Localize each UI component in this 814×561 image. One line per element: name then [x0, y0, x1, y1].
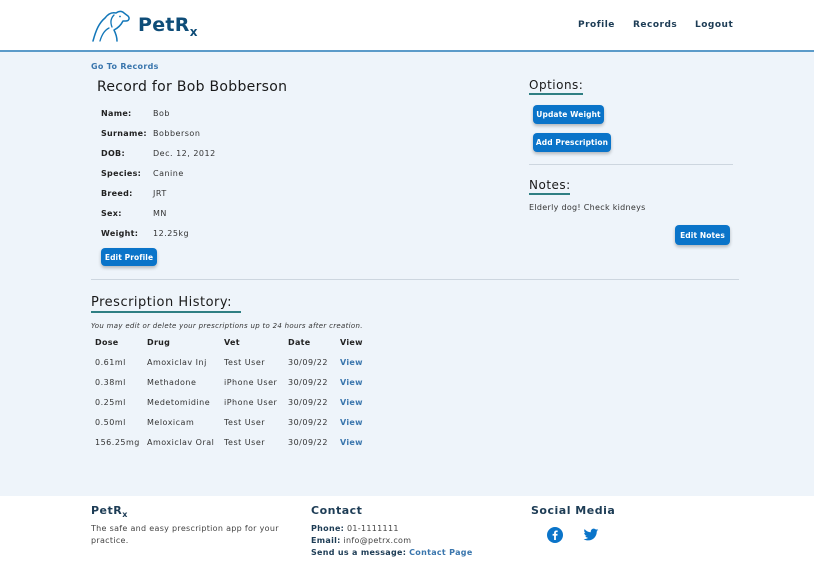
table-cell-drug: Amoxiclav Oral	[147, 438, 215, 447]
notes-heading: Notes:	[529, 178, 571, 192]
nav-profile[interactable]: Profile	[578, 20, 615, 30]
footer-brand: PetRx	[91, 504, 128, 520]
field-label-breed: Breed:	[101, 189, 133, 198]
table-cell-vet: iPhone User	[224, 378, 278, 387]
update-weight-button[interactable]: Update Weight	[533, 105, 604, 124]
site-footer: PetRx The safe and easy prescription app…	[0, 496, 814, 561]
notes-text: Elderly dog! Check kidneys	[529, 203, 646, 212]
contact-info: Phone: 01-1111111 Email: info@petrx.com …	[311, 523, 473, 559]
prescription-history-underline	[91, 311, 241, 313]
table-cell-dose: 0.25ml	[95, 398, 126, 407]
notes-heading-underline	[529, 193, 570, 195]
table-cell-drug: Methadone	[147, 378, 197, 387]
logo-text: PetRx	[138, 13, 198, 39]
facebook-icon[interactable]	[547, 527, 563, 543]
twitter-icon[interactable]	[583, 527, 599, 543]
table-cell-date: 30/09/22	[288, 398, 328, 407]
prescription-history-heading: Prescription History:	[91, 295, 233, 310]
page-title: Record for Bob Bobberson	[97, 79, 288, 95]
column-header-view: View	[340, 338, 363, 347]
field-label-sex: Sex:	[101, 209, 122, 218]
edit-notes-button[interactable]: Edit Notes	[675, 225, 730, 245]
field-value-breed: JRT	[153, 189, 167, 198]
view-prescription-link[interactable]: View	[340, 398, 363, 407]
column-header-date: Date	[288, 338, 311, 347]
field-label-species: Species:	[101, 169, 142, 178]
edit-profile-button[interactable]: Edit Profile	[101, 248, 157, 266]
options-heading: Options:	[529, 78, 584, 92]
field-label-dob: DOB:	[101, 149, 125, 158]
table-cell-date: 30/09/22	[288, 358, 328, 367]
table-cell-date: 30/09/22	[288, 378, 328, 387]
column-header-dose: Dose	[95, 338, 119, 347]
field-value-species: Canine	[153, 169, 184, 178]
field-label-name: Name:	[101, 109, 132, 118]
table-cell-dose: 156.25mg	[95, 438, 140, 447]
table-cell-dose: 0.61ml	[95, 358, 126, 367]
social-media-heading: Social Media	[531, 504, 616, 517]
phone-value: 01-1111111	[347, 524, 399, 533]
nav-logout[interactable]: Logout	[695, 20, 733, 30]
table-cell-drug: Amoxiclav Inj	[147, 358, 207, 367]
field-label-weight: Weight:	[101, 229, 139, 238]
add-prescription-button[interactable]: Add Prescription	[533, 133, 611, 152]
section-divider	[91, 279, 739, 280]
field-value-weight: 12.25kg	[153, 229, 190, 238]
table-cell-vet: Test User	[224, 418, 266, 427]
prescription-edit-note: You may edit or delete your prescription…	[91, 322, 363, 330]
field-label-surname: Surname:	[101, 129, 147, 138]
message-label: Send us a message:	[311, 548, 407, 557]
site-header: PetRx Profile Records Logout	[0, 0, 814, 52]
nav-records[interactable]: Records	[633, 20, 677, 30]
dog-logo-icon	[92, 10, 130, 42]
main-content: Go To Records Record for Bob Bobberson N…	[0, 52, 814, 496]
email-label: Email:	[311, 536, 341, 545]
options-divider	[529, 164, 733, 165]
field-value-sex: MN	[153, 209, 167, 218]
contact-heading: Contact	[311, 504, 363, 517]
table-cell-dose: 0.50ml	[95, 418, 126, 427]
email-value: info@petrx.com	[343, 536, 412, 545]
table-cell-drug: Medetomidine	[147, 398, 211, 407]
field-value-dob: Dec. 12, 2012	[153, 149, 216, 158]
column-header-vet: Vet	[224, 338, 240, 347]
field-value-surname: Bobberson	[153, 129, 201, 138]
column-header-drug: Drug	[147, 338, 171, 347]
table-cell-vet: iPhone User	[224, 398, 278, 407]
contact-page-link[interactable]: Contact Page	[409, 548, 472, 557]
footer-tagline: The safe and easy prescription app for y…	[91, 524, 279, 545]
table-cell-drug: Meloxicam	[147, 418, 195, 427]
view-prescription-link[interactable]: View	[340, 358, 363, 367]
logo[interactable]: PetRx	[90, 8, 198, 44]
table-cell-date: 30/09/22	[288, 418, 328, 427]
phone-label: Phone:	[311, 524, 345, 533]
table-cell-vet: Test User	[224, 438, 266, 447]
table-cell-vet: Test User	[224, 358, 266, 367]
field-value-name: Bob	[153, 109, 170, 118]
table-cell-date: 30/09/22	[288, 438, 328, 447]
view-prescription-link[interactable]: View	[340, 418, 363, 427]
view-prescription-link[interactable]: View	[340, 438, 363, 447]
options-heading-underline	[529, 93, 583, 95]
view-prescription-link[interactable]: View	[340, 378, 363, 387]
go-to-records-link[interactable]: Go To Records	[91, 62, 159, 71]
table-cell-dose: 0.38ml	[95, 378, 126, 387]
